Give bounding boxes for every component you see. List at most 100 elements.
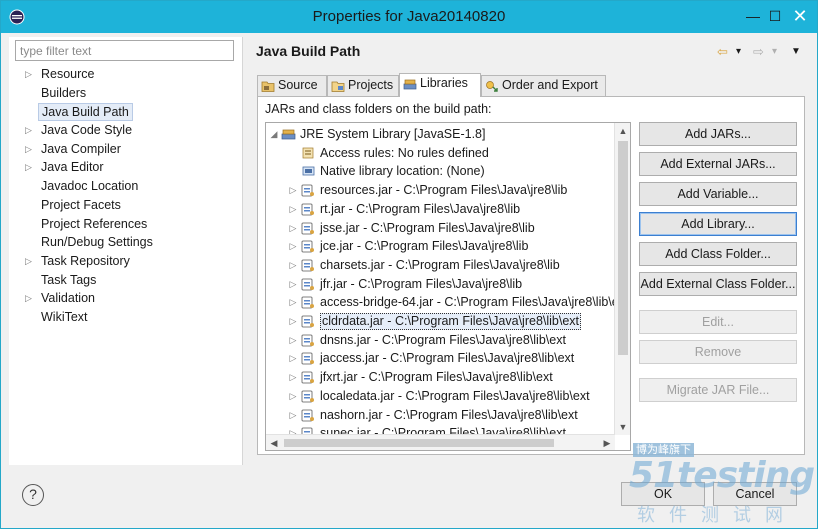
nav-item-label: Validation <box>41 291 95 306</box>
expand-arrow-icon[interactable]: ▷ <box>288 331 298 349</box>
expand-arrow-icon[interactable]: ▷ <box>288 368 298 386</box>
build-path-page: Java Build Path ⇦ ▾ ⇨ ▾ ▼ Source Project… <box>244 37 817 465</box>
add-library-button[interactable]: Add Library... <box>639 212 797 236</box>
scroll-right-icon[interactable]: ▶ <box>599 435 615 450</box>
nav-item-javadoc-location[interactable]: Javadoc Location <box>9 177 243 196</box>
expand-arrow-icon[interactable]: ▷ <box>288 219 298 237</box>
nav-item-builders[interactable]: Builders <box>9 84 243 103</box>
native-library-icon <box>301 164 316 178</box>
maximize-button[interactable]: ☐ <box>764 3 786 29</box>
nav-item-project-references[interactable]: Project References <box>9 215 243 234</box>
nav-item-java-editor[interactable]: ▷ Java Editor <box>9 158 243 177</box>
libraries-tree[interactable]: ◢ JRE System Library [JavaSE-1.8] Access r… <box>265 122 631 451</box>
nav-item-label: Java Compiler <box>41 141 121 156</box>
nav-item-label: Builders <box>41 85 87 100</box>
expand-arrow-icon[interactable]: ▷ <box>25 252 35 270</box>
tab-source[interactable]: Source <box>257 75 327 96</box>
nav-item-project-facets[interactable]: Project Facets <box>9 196 243 215</box>
horizontal-scrollbar[interactable]: ◀ ▶ <box>266 434 615 450</box>
vertical-scrollbar[interactable]: ▲ ▼ <box>614 123 630 435</box>
ok-button[interactable]: OK <box>621 482 705 506</box>
tree-row-label: jaccess.jar - C:\Program Files\Java\jre8… <box>320 351 575 366</box>
tab-projects[interactable]: Projects <box>327 75 399 96</box>
nav-item-java-code-style[interactable]: ▷ Java Code Style <box>9 121 243 140</box>
help-icon[interactable]: ? <box>22 484 44 506</box>
expand-arrow-icon[interactable]: ▷ <box>25 121 35 139</box>
nav-item-java-build-path[interactable]: Java Build Path <box>9 102 243 122</box>
remove-button[interactable]: Remove <box>639 340 797 364</box>
back-dropdown-icon[interactable]: ▾ <box>736 43 741 61</box>
add-jars-button[interactable]: Add JARs... <box>639 122 797 146</box>
scrollbar-thumb[interactable] <box>284 439 554 447</box>
expand-arrow-icon[interactable]: ▷ <box>288 256 298 274</box>
scroll-left-icon[interactable]: ◀ <box>266 435 282 450</box>
expand-arrow-icon[interactable]: ▷ <box>288 349 298 367</box>
nav-item-task-tags[interactable]: Task Tags <box>9 271 243 290</box>
jar-icon <box>301 314 316 328</box>
filter-input[interactable] <box>15 40 234 61</box>
scroll-down-icon[interactable]: ▼ <box>615 419 630 435</box>
properties-dialog: Properties for Java20140820 — ☐ ✕ ▷ Resou… <box>0 0 818 529</box>
nav-item-label: Java Code Style <box>41 123 133 138</box>
forward-icon[interactable]: ⇨ <box>753 43 764 61</box>
view-menu-icon[interactable]: ▼ <box>791 43 801 61</box>
tab-label: Order and Export <box>502 78 598 92</box>
expand-arrow-icon[interactable]: ▷ <box>288 200 298 218</box>
add-external-jars-button[interactable]: Add External JARs... <box>639 152 797 176</box>
jar-icon <box>301 351 316 365</box>
migrate-jar-button[interactable]: Migrate JAR File... <box>639 378 797 402</box>
jar-icon <box>301 389 316 403</box>
nav-item-validation[interactable]: ▷ Validation <box>9 289 243 308</box>
property-pages-pane: ▷ResourceBuildersJava Build Path▷Java Co… <box>9 37 243 465</box>
jar-icon <box>301 333 316 347</box>
minimize-button[interactable]: — <box>742 3 764 29</box>
nav-item-task-repository[interactable]: ▷ Task Repository <box>9 252 243 271</box>
expand-arrow-icon[interactable]: ▷ <box>288 312 298 330</box>
jar-icon <box>301 370 316 384</box>
nav-item-label: Run/Debug Settings <box>41 235 153 250</box>
expand-arrow-icon[interactable]: ▷ <box>288 275 298 293</box>
nav-item-label: Java Editor <box>41 160 104 175</box>
tree-row-label: charsets.jar - C:\Program Files\Java\jre… <box>320 257 560 272</box>
nav-item-run-debug-settings[interactable]: Run/Debug Settings <box>9 233 243 252</box>
close-button[interactable]: ✕ <box>787 3 813 29</box>
expand-arrow-icon[interactable]: ▷ <box>288 293 298 311</box>
tab-libraries[interactable]: Libraries <box>399 73 481 97</box>
nav-item-wikitext[interactable]: WikiText <box>9 308 243 327</box>
page-title: Java Build Path <box>256 43 361 59</box>
add-external-class-folder-button[interactable]: Add External Class Folder... <box>639 272 797 296</box>
projects-icon <box>331 81 345 92</box>
tree-row-label: localedata.jar - C:\Program Files\Java\j… <box>320 388 590 403</box>
expand-arrow-icon[interactable]: ▷ <box>288 406 298 424</box>
expand-arrow-icon[interactable]: ▷ <box>288 181 298 199</box>
title-bar[interactable]: Properties for Java20140820 — ☐ ✕ <box>1 1 817 33</box>
nav-item-resource[interactable]: ▷ Resource <box>9 65 243 84</box>
access-rules-icon <box>301 146 316 160</box>
expand-arrow-icon[interactable]: ▷ <box>288 387 298 405</box>
expand-arrow-icon[interactable]: ▷ <box>25 140 35 158</box>
scrollbar-thumb[interactable] <box>618 141 628 355</box>
property-pages-tree: ▷ Resource Builders Java Build Path ▷ Java Co… <box>9 65 243 327</box>
nav-item-java-compiler[interactable]: ▷ Java Compiler <box>9 140 243 159</box>
jar-icon <box>301 277 316 291</box>
expand-arrow-icon[interactable]: ▷ <box>288 237 298 255</box>
expand-arrow-icon[interactable]: ▷ <box>25 65 35 83</box>
tree-row-label: jfxrt.jar - C:\Program Files\Java\jre8\l… <box>320 370 553 385</box>
tree-row-label: jce.jar - C:\Program Files\Java\jre8\lib <box>320 239 529 254</box>
tab-order-and-export[interactable]: Order and Export <box>481 75 606 96</box>
cancel-button[interactable]: Cancel <box>713 482 797 506</box>
add-variable-button[interactable]: Add Variable... <box>639 182 797 206</box>
collapse-arrow-icon[interactable]: ◢ <box>269 125 279 143</box>
edit-button[interactable]: Edit... <box>639 310 797 334</box>
nav-item-label: Javadoc Location <box>41 179 139 194</box>
tab-label: Libraries <box>420 76 468 90</box>
forward-dropdown-icon[interactable]: ▾ <box>772 43 777 61</box>
tree-row-label: jsse.jar - C:\Program Files\Java\jre8\li… <box>320 220 535 235</box>
expand-arrow-icon[interactable]: ▷ <box>25 158 35 176</box>
back-icon[interactable]: ⇦ <box>717 43 728 61</box>
add-class-folder-button[interactable]: Add Class Folder... <box>639 242 797 266</box>
scroll-up-icon[interactable]: ▲ <box>615 123 630 139</box>
tree-row-label: rt.jar - C:\Program Files\Java\jre8\lib <box>320 201 521 216</box>
nav-item-label: Resource <box>41 67 95 81</box>
expand-arrow-icon[interactable]: ▷ <box>25 289 35 307</box>
